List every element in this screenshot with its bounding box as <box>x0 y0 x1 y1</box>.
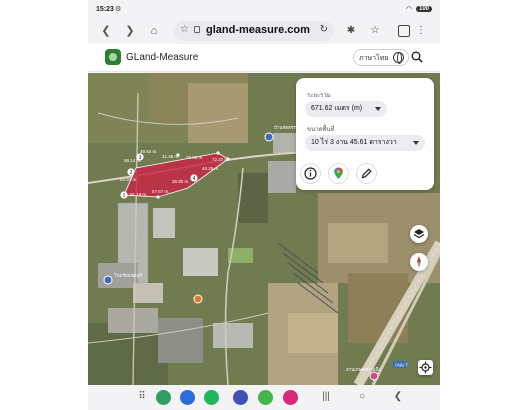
map-pin-icon <box>334 167 343 179</box>
measure-panel: ระยะรวม 671.62 เมตร (m) ขนาดพื้นที่ 10 ไ… <box>296 78 434 190</box>
place-label: สวนเกษตรบ้านบึง <box>346 367 380 372</box>
phone-screen: 15:23 ⚙ ◠ 100 ❮ ❯ ⌂ ☆ gland-measure.com … <box>88 0 440 410</box>
reload-icon[interactable]: ↻ <box>320 24 328 35</box>
area-value: 10 ไร่ 3 งาน 45.61 ตารางวา <box>311 139 397 146</box>
favorites-icon[interactable]: ☆ <box>368 23 382 39</box>
status-time: 15:23 <box>96 6 114 13</box>
line-app-icon[interactable] <box>258 390 273 405</box>
status-bar: 15:23 ⚙ ◠ 100 <box>88 0 440 20</box>
phone-app-icon[interactable] <box>156 390 171 405</box>
svg-text:3: 3 <box>139 155 142 161</box>
place-marker[interactable] <box>193 294 203 304</box>
edge-label: 40.25 m. <box>202 166 220 171</box>
wifi-icon: ◠ <box>405 6 412 13</box>
tab-switcher-icon[interactable] <box>398 25 410 37</box>
edge-label: 35.90 m. <box>172 179 190 184</box>
browser-toolbar: ❮ ❯ ⌂ ☆ gland-measure.com ↻ ✱ ☆ ⋮ <box>88 20 440 42</box>
chevron-down-icon <box>413 141 419 145</box>
edge-label: 64.94 m. <box>120 177 138 182</box>
layers-button[interactable] <box>410 225 428 243</box>
area-unit-select[interactable]: 10 ไร่ 3 งาน 45.61 ตารางวา <box>305 135 425 151</box>
lock-icon <box>194 26 200 33</box>
perimeter-label: ระยะรวม <box>307 93 331 99</box>
place-marker[interactable] <box>369 371 379 381</box>
my-location-button[interactable] <box>418 360 433 375</box>
home-icon[interactable]: ⌂ <box>146 23 162 39</box>
settings-notification-icon: ⚙ <box>115 6 122 13</box>
edge-label: 57.67 m. <box>152 189 170 194</box>
system-nav-bar: ⠿ ||| ○ ❮ <box>88 385 440 410</box>
perimeter-value: 671.62 เมตร (m) <box>311 105 363 112</box>
language-label: ภาษาไทย <box>359 55 389 62</box>
extensions-icon[interactable]: ✱ <box>344 23 358 39</box>
edge-label: 91.19 m. <box>130 192 148 197</box>
place-marker[interactable] <box>264 132 274 142</box>
edge-label: 38.06 m. <box>186 155 204 160</box>
language-button[interactable]: ภาษาไทย <box>353 49 409 66</box>
globe-icon <box>393 52 404 64</box>
app-logo-icon <box>105 49 121 65</box>
app-header: GLand-Measure ภาษาไทย <box>88 44 440 72</box>
pencil-icon <box>361 168 372 179</box>
info-icon <box>304 167 317 180</box>
edit-button[interactable] <box>357 164 376 183</box>
status-right-group: ◠ 100 <box>406 5 432 13</box>
back-button-icon[interactable]: ❮ <box>392 391 404 403</box>
address-bar[interactable]: ☆ gland-measure.com ↻ <box>174 21 334 41</box>
forward-icon[interactable]: ❯ <box>122 23 138 39</box>
app-drawer-icon[interactable]: ⠿ <box>136 391 148 403</box>
back-icon[interactable]: ❮ <box>98 23 114 39</box>
app-title: GLand-Measure <box>126 52 199 63</box>
info-button[interactable] <box>301 164 320 183</box>
google-maps-button[interactable] <box>329 164 348 183</box>
layers-icon <box>413 229 425 239</box>
place-marker[interactable] <box>103 275 113 285</box>
crosshair-icon <box>419 361 432 374</box>
compass-icon <box>417 256 421 268</box>
more-menu-icon[interactable]: ⋮ <box>414 23 428 39</box>
phone-call-icon[interactable] <box>204 390 219 405</box>
bookmark-star-icon[interactable]: ☆ <box>180 24 189 35</box>
svg-text:1: 1 <box>123 193 126 199</box>
svg-text:2: 2 <box>130 170 133 176</box>
place-label: โรงเรียนชลบุรี <box>114 272 142 279</box>
home-button-icon[interactable]: ○ <box>356 391 368 403</box>
url-text[interactable]: gland-measure.com <box>206 24 310 36</box>
edge-label: 49.64 m. <box>140 149 158 154</box>
browser-app-icon[interactable] <box>233 390 248 405</box>
search-icon[interactable] <box>411 51 423 63</box>
battery-indicator: 100 <box>415 6 432 12</box>
compass-button[interactable] <box>410 253 428 271</box>
road-label: ถนน 7 <box>395 363 408 368</box>
perimeter-unit-select[interactable]: 671.62 เมตร (m) <box>305 101 387 117</box>
messages-app-icon[interactable] <box>180 390 195 405</box>
svg-text:4: 4 <box>193 176 196 182</box>
area-label: ขนาดพื้นที่ <box>307 127 335 133</box>
instagram-app-icon[interactable] <box>283 390 298 405</box>
chevron-down-icon <box>375 107 381 111</box>
recent-apps-icon[interactable]: ||| <box>320 391 332 403</box>
